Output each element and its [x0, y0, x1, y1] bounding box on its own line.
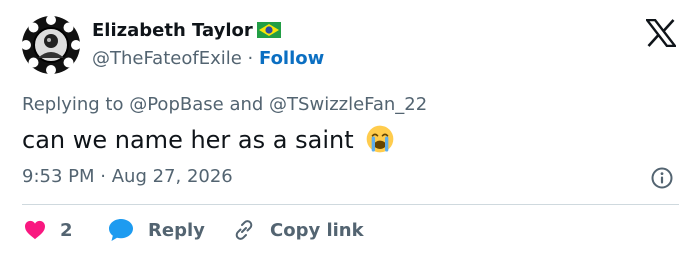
- like-count: 2: [60, 219, 73, 241]
- x-logo-icon[interactable]: [644, 18, 678, 48]
- follow-button[interactable]: Follow: [259, 48, 324, 69]
- tweet-time: 9:53 PM: [22, 166, 95, 187]
- replying-to-conjunction: and: [229, 94, 264, 115]
- replying-to-prefix: Replying to: [22, 94, 124, 115]
- mention-popbase[interactable]: @PopBase: [129, 94, 223, 115]
- mention-tswizzlefan[interactable]: @TSwizzleFan_22: [269, 94, 427, 115]
- divider: [22, 204, 679, 205]
- author-handle-line: @TheFateofExile · Follow: [92, 48, 324, 69]
- link-icon: [235, 220, 253, 240]
- tweet-card: Elizabeth Taylor @TheFateofExile · Follo…: [0, 0, 700, 256]
- flag-icon: [256, 22, 281, 38]
- tweet-text-line: can we name her as a saint: [22, 124, 395, 154]
- reply-button[interactable]: Reply: [108, 216, 205, 244]
- avatar-image: [21, 15, 81, 75]
- heart-icon: [25, 220, 45, 240]
- copy-link-label: Copy link: [270, 219, 364, 241]
- author-name[interactable]: Elizabeth Taylor: [92, 20, 253, 41]
- tweet-date: Aug 27, 2026: [111, 166, 233, 187]
- handle-separator: ·: [247, 48, 254, 69]
- reply-label: Reply: [148, 219, 205, 241]
- avatar[interactable]: [21, 15, 81, 75]
- like-button[interactable]: 2: [24, 216, 73, 244]
- replying-to-line: Replying to @PopBase and @TSwizzleFan_22: [22, 94, 427, 115]
- tweet-text: can we name her as a saint: [22, 126, 354, 154]
- author-name-line: Elizabeth Taylor: [92, 20, 281, 41]
- copy-link-button[interactable]: Copy link: [232, 216, 364, 244]
- speech-bubble-icon: [109, 219, 133, 241]
- info-icon[interactable]: [650, 166, 674, 190]
- time-separator: ·: [100, 166, 106, 187]
- timestamp-line[interactable]: 9:53 PM · Aug 27, 2026: [22, 166, 233, 187]
- crying-face-emoji-icon: [366, 125, 394, 153]
- author-handle[interactable]: @TheFateofExile: [92, 48, 242, 69]
